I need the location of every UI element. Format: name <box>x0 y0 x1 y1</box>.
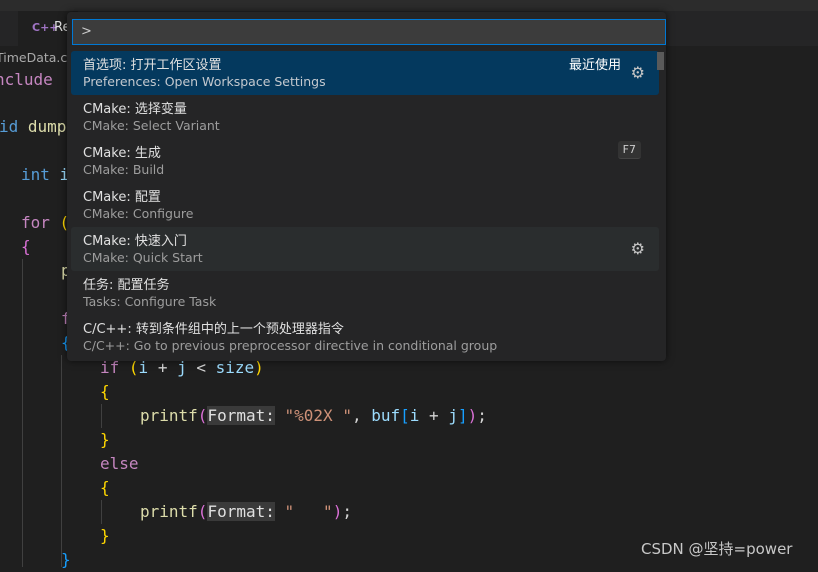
command-input[interactable]: > <box>72 19 666 45</box>
code-token: ( <box>197 502 208 521</box>
code-line: printf(Format: " "); <box>140 500 352 524</box>
code-token: } <box>61 550 71 569</box>
palette-scrollbar[interactable] <box>657 52 664 70</box>
breadcrumb[interactable]: TimeData.cp <box>0 50 75 65</box>
code-line: { <box>100 476 110 500</box>
title-bar <box>0 0 818 11</box>
code-line: else <box>100 452 139 476</box>
code-token: ; <box>477 406 487 425</box>
code-token: , <box>351 406 372 425</box>
code-line: { <box>100 380 110 404</box>
gear-icon[interactable]: ⚙ <box>631 63 645 82</box>
code-token: else <box>100 454 139 473</box>
command-subtitle: CMake: Configure <box>83 206 194 221</box>
command-title: CMake: 生成 <box>83 146 161 161</box>
code-token: ] <box>457 406 468 425</box>
code-token: } <box>100 430 110 449</box>
command-item[interactable]: 任务: 配置任务 Tasks: Configure Task <box>71 271 659 315</box>
watermark: CSDN @坚持=power <box>641 540 793 558</box>
command-subtitle: CMake: Build <box>83 162 165 177</box>
code-line: { <box>21 235 31 259</box>
command-subtitle: Tasks: Configure Task <box>83 294 217 309</box>
command-subtitle: CMake: Quick Start <box>83 250 203 265</box>
code-token: { <box>100 478 110 497</box>
code-token: dump <box>27 117 67 136</box>
code-token: " " <box>284 502 333 521</box>
command-item[interactable]: CMake: 生成 CMake: Build F7 <box>71 139 659 183</box>
code-token: } <box>100 526 110 545</box>
inlay-hint: Format: <box>207 406 275 425</box>
command-title: 首选项: 打开工作区设置 <box>83 58 222 73</box>
command-palette: > 首选项: 打开工作区设置 Preferences: Open Workspac… <box>67 12 666 361</box>
code-token: buf <box>371 406 401 425</box>
command-title: 任务: 配置任务 <box>83 278 170 293</box>
code-token: ; <box>342 502 352 521</box>
code-token: printf <box>140 406 198 425</box>
command-subtitle: CMake: Select Variant <box>83 118 220 133</box>
code-line: for ( <box>21 211 69 235</box>
code-token: ) <box>332 502 343 521</box>
code-token: nclude <box>0 70 53 89</box>
code-token: for <box>21 213 60 232</box>
keybinding-label: F7 <box>617 141 641 159</box>
indent-guide <box>22 259 23 567</box>
command-title: C/C++: 转到条件组中的上一个预处理器指令 <box>83 322 344 337</box>
command-item[interactable]: 首选项: 打开工作区设置 Preferences: Open Workspace … <box>71 51 659 95</box>
code-line: } <box>100 428 110 452</box>
code-token: printf <box>140 502 198 521</box>
code-token: int <box>21 165 60 184</box>
code-token: ( <box>197 406 208 425</box>
code-line: } <box>100 524 110 548</box>
command-item[interactable]: CMake: 快速入门 CMake: Quick Start ⚙ <box>71 227 659 271</box>
code-token: ) <box>467 406 478 425</box>
indent-guide <box>101 500 102 524</box>
code-line: } <box>61 548 71 572</box>
command-title: CMake: 选择变量 <box>83 102 187 117</box>
command-item[interactable]: CMake: 选择变量 CMake: Select Variant <box>71 95 659 139</box>
code-line: int i <box>21 163 69 187</box>
recently-used-label: 最近使用 <box>568 58 621 73</box>
indent-guide <box>61 355 62 567</box>
code-token: "%02X " <box>284 406 352 425</box>
code-token: + <box>419 406 449 425</box>
indent-guide <box>101 404 102 428</box>
inlay-hint: Format: <box>207 502 275 521</box>
code-token: [ <box>400 406 410 425</box>
code-token: { <box>100 382 110 401</box>
code-line: id dump <box>0 115 66 139</box>
gear-icon[interactable]: ⚙ <box>631 239 645 258</box>
command-subtitle: C/C++: Go to previous preprocessor direc… <box>83 338 498 353</box>
code-token: { <box>21 237 31 256</box>
command-title: CMake: 配置 <box>83 190 161 205</box>
command-item[interactable]: CMake: 配置 CMake: Configure <box>71 183 659 227</box>
code-line: nclude <box>0 68 53 92</box>
command-subtitle: Preferences: Open Workspace Settings <box>83 74 326 89</box>
code-token: id <box>0 117 28 136</box>
code-token: i <box>409 406 420 425</box>
code-line: printf(Format: "%02X ", buf[i + j]); <box>140 404 487 428</box>
code-token: j <box>448 406 458 425</box>
command-title: CMake: 快速入门 <box>83 234 187 249</box>
command-item[interactable]: C/C++: 转到条件组中的上一个预处理器指令 C/C++: Go to prev… <box>71 315 659 359</box>
